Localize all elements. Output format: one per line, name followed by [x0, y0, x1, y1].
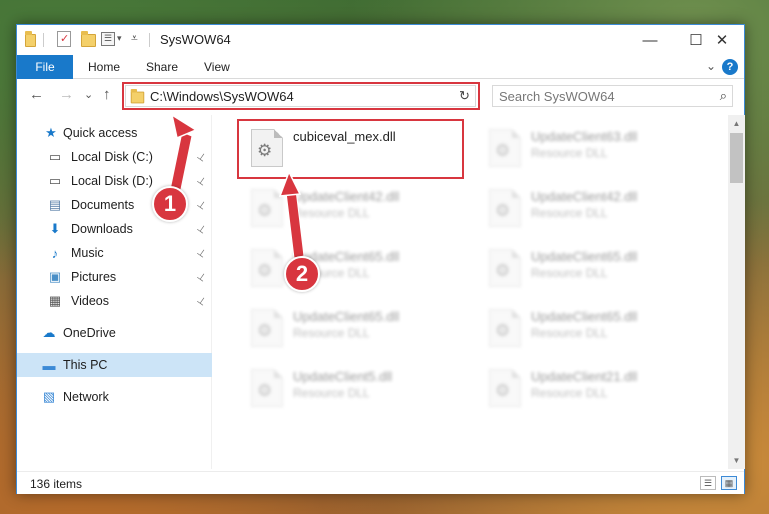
callout-step-1: 1 [152, 186, 188, 222]
callout-step-2: 2 [284, 256, 320, 292]
annotation-arrows [169, 113, 305, 259]
